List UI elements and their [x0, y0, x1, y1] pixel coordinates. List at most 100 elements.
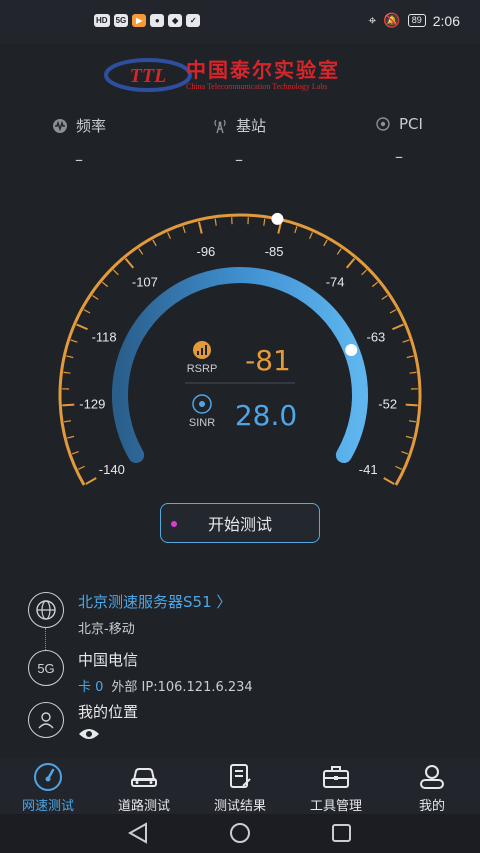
- metric-value: –: [75, 150, 83, 169]
- scale-tick: [77, 465, 85, 470]
- status-dot-icon: [171, 521, 177, 527]
- location-row[interactable]: 我的位置: [28, 702, 138, 745]
- sinr-icon: [192, 394, 212, 414]
- nav-mine[interactable]: 我的: [384, 758, 480, 814]
- connector-line: [45, 628, 46, 650]
- status-right: ⌖ 🔕 89 2:06: [368, 12, 460, 29]
- nav-label: 网速测试: [21, 799, 74, 814]
- back-icon[interactable]: [127, 822, 147, 844]
- scale-tick: [101, 281, 109, 288]
- scale-label: -85: [265, 244, 284, 259]
- nav-road-test[interactable]: 道路测试: [96, 758, 192, 814]
- scale-tick: [263, 218, 266, 226]
- scale-label: -129: [79, 397, 105, 412]
- scale-tick: [66, 355, 74, 359]
- scale-label: -74: [326, 275, 345, 290]
- metrics-row: 频率 – 基站 – PCI –: [0, 115, 480, 175]
- recents-icon[interactable]: [332, 824, 351, 842]
- metric-value: –: [394, 147, 403, 166]
- app-notification-icon: ▶: [132, 14, 147, 27]
- scale-tick: [371, 281, 379, 288]
- metric-base-station: 基站 –: [212, 115, 266, 169]
- scale-tick: [408, 420, 417, 423]
- logo-name-en: China Telecommunication Technology Labs: [186, 82, 328, 91]
- rsrp-icon: [193, 341, 211, 359]
- scale-tick: [83, 309, 91, 314]
- scale-tick: [124, 258, 135, 269]
- scale-tick: [323, 239, 328, 247]
- scale-tick: [294, 226, 298, 234]
- message-icon: ◆: [168, 14, 183, 27]
- eye-icon[interactable]: [78, 726, 138, 745]
- location-icon: ⌖: [368, 12, 377, 28]
- carrier-name: 中国电信: [78, 651, 139, 669]
- toolbox-icon: [323, 766, 349, 788]
- scale-tick: [336, 248, 342, 255]
- scale-tick: [67, 435, 75, 439]
- 5g-badge-icon: 5G: [28, 650, 64, 686]
- scale-tick: [401, 451, 409, 455]
- metric-label: 频率: [76, 117, 107, 135]
- battery-icon: 89: [407, 14, 426, 27]
- sinr-value: 28.0: [235, 399, 297, 432]
- outer-scale-arc: [58, 213, 422, 486]
- metric-pci: PCI –: [375, 115, 423, 166]
- radio-icon: [376, 117, 390, 131]
- status-bar: HD 5G ▶ ● ◆ ✓ ⌖ 🔕 89 2:06: [0, 0, 480, 44]
- rsrp-value: -81: [245, 344, 291, 377]
- 5g-signal-icon: 5G: [113, 14, 129, 27]
- metric-frequency: 频率 –: [52, 115, 106, 169]
- ip-address: 外部 IP:106.121.6.234: [111, 680, 253, 695]
- nav-label: 道路测试: [117, 799, 170, 814]
- chat-icon: ●: [150, 14, 165, 27]
- metric-label: PCI: [399, 115, 423, 133]
- logo-name-cn: 中国泰尔实验室: [186, 58, 340, 82]
- start-test-label: 开始测试: [207, 515, 272, 534]
- server-row[interactable]: 北京测速服务器S51 〉 北京-移动: [28, 592, 231, 637]
- scale-tick: [406, 355, 414, 359]
- scale-tick: [309, 232, 313, 240]
- hd-icon: HD: [94, 14, 110, 27]
- ttl-logo-icon: TTL: [104, 58, 192, 92]
- nav-label: 测试结果: [213, 799, 266, 814]
- scale-tick: [395, 465, 403, 470]
- clock: 2:06: [432, 12, 460, 29]
- start-test-button[interactable]: 开始测试: [160, 503, 320, 543]
- scale-tick: [62, 403, 75, 407]
- shield-icon: ✓: [186, 14, 201, 27]
- scale-tick: [167, 232, 171, 240]
- sinr-label: SINR: [189, 417, 215, 429]
- scale-tick: [383, 477, 395, 485]
- scale-label: -96: [197, 244, 216, 259]
- speedometer-icon: [34, 763, 62, 791]
- scale-label: -107: [132, 275, 158, 290]
- scale-label: -63: [367, 329, 386, 344]
- scale-tick: [402, 339, 410, 343]
- scale-tick: [214, 218, 217, 226]
- scale-tick: [405, 435, 413, 439]
- scale-tick: [63, 371, 71, 374]
- scale-tick: [112, 269, 119, 276]
- scale-tick: [76, 323, 88, 331]
- nav-speed-test[interactable]: 网速测试: [0, 758, 96, 814]
- bottom-nav: 网速测试 道路测试 测试结果 工具管理 我的: [0, 758, 480, 814]
- server-name-link[interactable]: 北京测速服务器S51 〉: [78, 592, 231, 612]
- nav-label: 工具管理: [309, 799, 362, 814]
- globe-icon: [28, 592, 64, 628]
- scale-tick: [392, 323, 404, 331]
- scale-tick: [71, 451, 79, 455]
- car-icon: [131, 768, 157, 787]
- tower-icon: [214, 119, 226, 133]
- profile-icon: [420, 765, 444, 789]
- user-icon: [28, 702, 64, 738]
- network-details: 卡 0 外部 IP:106.121.6.234: [78, 676, 253, 695]
- nav-tools[interactable]: 工具管理: [288, 758, 384, 814]
- home-icon[interactable]: [230, 823, 250, 843]
- signal-gauge: -140-129-118-107-96 -85-74-63-52-41 RSRP …: [58, 212, 422, 486]
- scale-tick: [345, 258, 356, 269]
- nav-test-results[interactable]: 测试结果: [192, 758, 288, 814]
- location-title: 我的位置: [78, 703, 139, 721]
- scale-tick: [85, 477, 97, 485]
- rsrp-label: RSRP: [187, 363, 218, 375]
- scale-tick: [182, 226, 186, 234]
